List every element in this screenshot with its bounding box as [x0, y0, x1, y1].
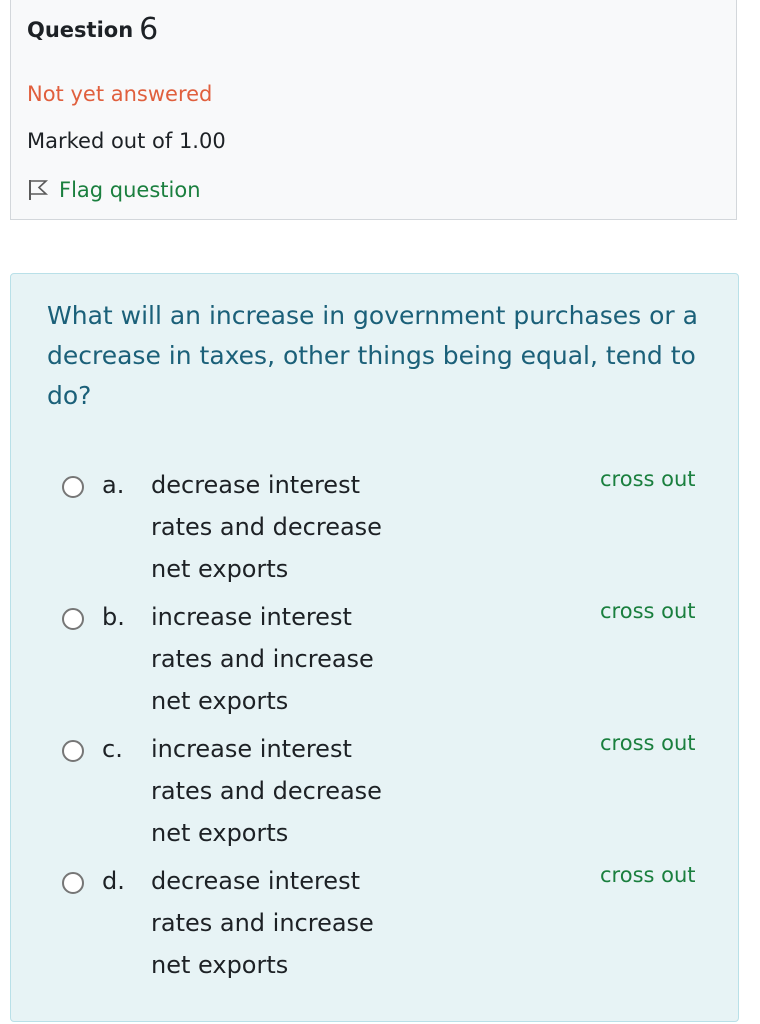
answer-a-letter: a.: [102, 471, 125, 499]
answer-d-letter: d.: [102, 867, 125, 895]
question-formulation: What will an increase in government purc…: [10, 273, 739, 1022]
question-number: 6: [139, 12, 159, 47]
answer-c-radio[interactable]: [62, 740, 84, 762]
answer-c-letter: c.: [102, 735, 123, 763]
answer-c-cross-out[interactable]: cross out: [600, 731, 696, 755]
answer-d-text[interactable]: decrease interest rates and increase net…: [151, 860, 411, 986]
answer-b-letter: b.: [102, 603, 125, 631]
question-label: Question: [27, 18, 134, 42]
answer-a-text[interactable]: decrease interest rates and decrease net…: [151, 464, 411, 590]
answer-b-text[interactable]: increase interest rates and increase net…: [151, 596, 411, 722]
answer-c-text[interactable]: increase interest rates and decrease net…: [151, 728, 411, 854]
question-title: Question 6: [27, 10, 159, 47]
answer-b-radio[interactable]: [62, 608, 84, 630]
answer-a-radio[interactable]: [62, 476, 84, 498]
answer-d-radio[interactable]: [62, 872, 84, 894]
answer-d-cross-out[interactable]: cross out: [600, 863, 696, 887]
question-text: What will an increase in government purc…: [47, 301, 698, 410]
question-info-panel: Question 6 Not yet answered Marked out of…: [10, 0, 737, 220]
question-grade: Marked out of 1.00: [27, 129, 226, 153]
flag-question-label[interactable]: Flag question: [59, 178, 201, 202]
flag-question-button[interactable]: Flag question: [27, 176, 201, 204]
question-state: Not yet answered: [27, 82, 213, 106]
answer-b-cross-out[interactable]: cross out: [600, 599, 696, 623]
flag-icon: [29, 180, 49, 200]
answer-a-cross-out[interactable]: cross out: [600, 467, 696, 491]
